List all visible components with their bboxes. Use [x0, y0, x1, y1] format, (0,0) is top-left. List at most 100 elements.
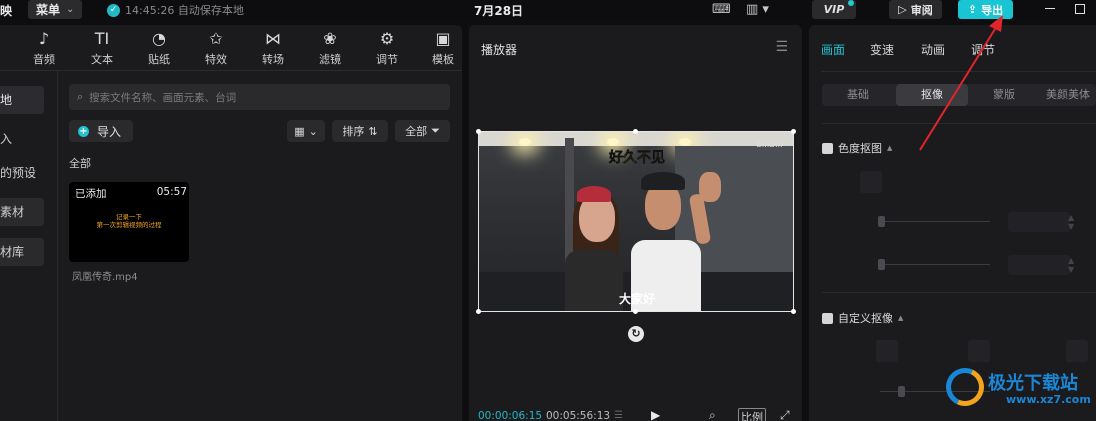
filter-button[interactable]: 全部 ⏷: [395, 120, 450, 142]
sidebar-item-material[interactable]: 素材: [0, 198, 44, 226]
review-icon: ▷: [898, 3, 907, 16]
resize-handle-top[interactable]: [633, 129, 638, 134]
sidebar-item-import[interactable]: 入: [0, 125, 12, 153]
minimize-window-icon[interactable]: [1045, 8, 1055, 9]
tool-label: 调节: [376, 53, 398, 66]
section-label: 全部: [69, 157, 91, 170]
media-panel: ♪ 音频 TI 文本 ◔ 贴纸 ✩ 特效 ⋈ 转场 ❀ 滤镜 ⚙ 调节 ▣ 模板: [0, 25, 462, 421]
added-badge: 已添加: [75, 188, 107, 200]
resize-handle-top-left[interactable]: [476, 129, 481, 134]
import-button[interactable]: + 导入: [69, 120, 133, 142]
subtab-mask[interactable]: 蒙版: [972, 84, 1036, 106]
brush-tool-swatch: [876, 340, 898, 362]
hamburger-menu-icon[interactable]: ☰: [775, 39, 788, 55]
top-bar: 映 菜单 ⌄ ✓ 14:45:26 自动保存本地 7月28日 ⌨ ▥ ▾ VIP…: [0, 0, 1096, 20]
project-title: 7月28日: [474, 4, 524, 18]
transition-icon: ⋈: [265, 29, 281, 48]
zoom-fit-icon[interactable]: ⌕: [709, 408, 716, 421]
subtab-cutout[interactable]: 抠像: [896, 84, 968, 106]
color-picker-swatch: [860, 171, 882, 193]
resize-handle-bottom-right[interactable]: [791, 309, 796, 314]
site-watermark-name: 极光下载站: [988, 372, 1078, 394]
view-mode-button[interactable]: ▦ ⌄: [287, 120, 325, 142]
clip-duration: 05:57: [156, 186, 187, 198]
export-button[interactable]: ⇪ 导出: [958, 0, 1013, 19]
sidebar-divider: [57, 71, 58, 421]
sidebar-item-local[interactable]: 地: [0, 86, 44, 114]
tool-sticker[interactable]: ◔ 贴纸: [139, 29, 179, 67]
person-right-cap: [641, 172, 685, 190]
resize-handle-top-right[interactable]: [791, 129, 796, 134]
tool-label: 滤镜: [319, 53, 341, 66]
text-icon: TI: [94, 29, 110, 48]
tool-audio[interactable]: ♪ 音频: [24, 29, 64, 67]
tab-speed[interactable]: 变速: [870, 41, 894, 58]
shadow-spinbox: [1008, 255, 1070, 275]
ceiling-light: [679, 138, 691, 146]
grid-view-icon: ▦: [294, 124, 305, 138]
asset-toolbar: ♪ 音频 TI 文本 ◔ 贴纸 ✩ 特效 ⋈ 转场 ❀ 滤镜 ⚙ 调节 ▣ 模板: [0, 25, 462, 69]
resize-handle-bottom-left[interactable]: [476, 309, 481, 314]
menu-button[interactable]: 菜单 ⌄: [28, 0, 82, 19]
review-button[interactable]: ▷ 审阅: [889, 0, 942, 19]
tab-adjust[interactable]: 调节: [971, 41, 995, 58]
section-divider: [822, 292, 1096, 293]
slider-track: [880, 221, 990, 222]
aspect-ratio-button[interactable]: 比例: [738, 408, 766, 421]
video-subtitle-bottom: 大家好: [618, 292, 655, 306]
subtab-beauty[interactable]: 美颜美体: [1040, 84, 1096, 106]
subtab-basic[interactable]: 基础: [826, 84, 890, 106]
spin-down-icon: ▼: [1068, 265, 1075, 274]
media-search-input[interactable]: ⌕ 搜索文件名称、画面元素、台词: [69, 84, 450, 110]
tool-label: 模板: [432, 53, 454, 66]
music-note-icon: ♪: [38, 29, 50, 48]
tool-transition[interactable]: ⋈ 转场: [253, 29, 293, 67]
sort-label: 排序: [342, 125, 365, 138]
ceiling-light: [519, 138, 531, 146]
tab-picture[interactable]: 画面: [821, 41, 845, 58]
play-icon[interactable]: ▶: [651, 408, 660, 421]
brush-size-slider-knob: [898, 386, 905, 397]
keyboard-icon[interactable]: ⌨: [712, 2, 731, 17]
tool-adjust[interactable]: ⚙ 调节: [367, 29, 407, 67]
upload-icon: ⇪: [967, 3, 978, 16]
tool-filter[interactable]: ❀ 滤镜: [310, 29, 350, 67]
clip-filename: 凤凰传奇.mp4: [72, 272, 138, 283]
collapse-triangle-icon: ▲: [898, 314, 904, 322]
reset-tool-swatch: [1066, 340, 1088, 362]
tab-animation[interactable]: 动画: [921, 41, 945, 58]
total-timecode: 00:05:56:13: [546, 410, 611, 421]
checkbox[interactable]: [822, 312, 833, 324]
layout-icon[interactable]: ▥ ▾: [746, 2, 769, 17]
search-placeholder: 搜索文件名称、画面元素、台词: [89, 91, 237, 104]
fullscreen-icon[interactable]: ⤢: [780, 408, 790, 421]
sidebar-item-presets[interactable]: 的预设: [0, 159, 36, 187]
clip-subtitle-line2: 第一次剪辑视频的过程: [96, 221, 162, 229]
tool-text[interactable]: TI 文本: [82, 29, 122, 67]
chroma-key-toggle[interactable]: 色度抠图 ▲: [822, 140, 892, 156]
filter-icon: ❀: [323, 29, 337, 48]
filter-label: 全部: [405, 125, 428, 138]
tool-label: 特效: [205, 53, 227, 66]
tool-template[interactable]: ▣ 模板: [423, 29, 463, 67]
spin-up-icon: ▲: [1068, 256, 1075, 265]
tool-effects[interactable]: ✩ 特效: [196, 29, 236, 67]
spin-down-icon: ▼: [1068, 222, 1075, 231]
video-subtitle-top: 好久不见: [609, 150, 666, 167]
vip-badge-dot: [848, 0, 854, 6]
sort-button[interactable]: 排序 ⇅: [332, 120, 388, 142]
resize-handle-bottom[interactable]: [633, 309, 638, 314]
sidebar-item-library[interactable]: 材库: [0, 238, 44, 266]
timeline-grid-icon[interactable]: ☰: [614, 410, 623, 421]
chevron-down-icon: ⌄: [308, 124, 318, 138]
funnel-icon: ⏷: [431, 124, 440, 137]
rotate-icon[interactable]: ↻: [628, 326, 644, 342]
autosave-status: ✓ 14:45:26 自动保存本地: [107, 2, 244, 18]
maximize-window-icon[interactable]: [1075, 4, 1085, 14]
collapse-triangle-icon: ▲: [887, 144, 893, 152]
custom-cutout-toggle[interactable]: 自定义抠像 ▲: [822, 310, 903, 326]
media-clip-thumbnail[interactable]: 已添加 05:57 记录一下 第一次剪辑视频的过程: [69, 182, 189, 262]
chroma-key-label: 色度抠图: [838, 142, 882, 155]
checkbox[interactable]: [822, 142, 833, 154]
video-preview[interactable]: 好久不见 大家好 bilibili: [478, 131, 794, 312]
